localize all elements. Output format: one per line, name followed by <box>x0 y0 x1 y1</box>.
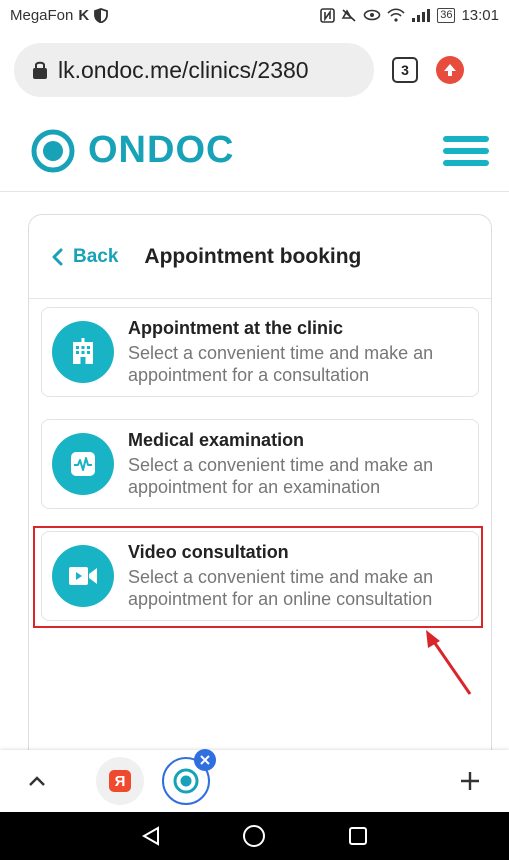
nfc-icon <box>320 7 336 23</box>
logo-icon <box>31 129 75 172</box>
close-icon <box>200 755 210 765</box>
back-button[interactable]: Back <box>51 246 118 268</box>
option-title: Medical examination <box>128 430 305 450</box>
mute-icon <box>341 8 356 22</box>
lock-icon <box>33 61 47 79</box>
wifi-icon <box>387 8 405 22</box>
update-button[interactable] <box>436 56 464 84</box>
shield-icon <box>94 7 109 23</box>
menu-bar-icon <box>443 159 489 166</box>
panel-header: Back Appointment booking <box>29 215 491 299</box>
close-tab-button[interactable] <box>194 749 216 771</box>
status-bar: MegaFon K 36 13:01 <box>0 0 509 30</box>
eye-icon <box>363 9 381 21</box>
home-circle-icon[interactable] <box>242 824 266 848</box>
highlight-box <box>33 526 483 628</box>
pulse-icon <box>52 433 114 495</box>
yandex-tab-button[interactable]: Я <box>96 757 144 805</box>
site-header: ONDOC <box>0 110 509 192</box>
option-description: Select a convenient time and make an app… <box>128 343 434 385</box>
carrier-suffix: K <box>78 6 90 24</box>
option-clinic-appointment[interactable]: Appointment at the clinic Select a conve… <box>41 307 479 397</box>
address-bar[interactable]: lk.ondoc.me/clinics/2380 <box>14 43 374 97</box>
ondoc-tab-button[interactable] <box>162 749 216 805</box>
arrow-up-icon <box>444 64 456 76</box>
back-label: Back <box>73 245 119 267</box>
carrier-name: MegaFon <box>10 6 74 24</box>
page-title: Appointment booking <box>144 244 362 268</box>
yandex-icon: Я <box>109 770 131 792</box>
hospital-icon <box>52 321 114 383</box>
chevron-up-icon[interactable] <box>28 775 46 787</box>
signal-icon <box>412 9 431 22</box>
back-triangle-icon[interactable] <box>140 825 162 847</box>
url-text: lk.ondoc.me/clinics/2380 <box>58 56 309 83</box>
ondoc-logo[interactable]: ONDOC <box>30 128 234 174</box>
chevron-left-icon <box>52 248 63 265</box>
browser-toolbar: lk.ondoc.me/clinics/2380 3 <box>0 30 509 110</box>
annotation-arrow-icon <box>426 630 472 695</box>
menu-bar-icon <box>443 135 489 142</box>
plus-icon[interactable] <box>459 770 481 792</box>
option-title: Appointment at the clinic <box>128 318 344 338</box>
browser-bottom-bar: Я <box>0 749 509 812</box>
menu-button[interactable] <box>443 135 489 166</box>
option-medical-examination[interactable]: Medical examination Select a convenient … <box>41 419 479 509</box>
status-time: 13:01 <box>461 6 499 24</box>
tab-switcher-button[interactable]: 3 <box>392 57 418 83</box>
ondoc-tab-icon <box>173 768 199 794</box>
option-description: Select a convenient time and make an app… <box>128 455 434 497</box>
brand-name: ONDOC <box>88 129 235 171</box>
recents-square-icon[interactable] <box>347 825 369 847</box>
battery-icon: 36 <box>437 7 456 23</box>
system-nav-bar <box>0 812 509 860</box>
menu-bar-icon <box>443 147 489 154</box>
